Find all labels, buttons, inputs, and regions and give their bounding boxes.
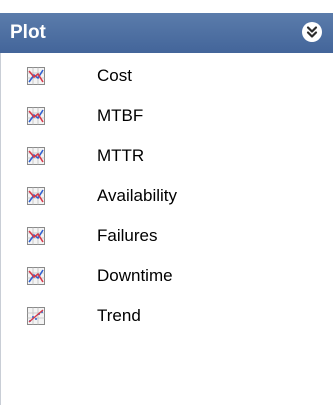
list-item-label: Availability <box>97 186 178 205</box>
panel-body: Cost MTBF MTTR Availability Failures Dow… <box>0 53 333 405</box>
double-chevron-down-icon <box>306 26 318 38</box>
trend-chart-icon <box>26 306 46 326</box>
collapse-button[interactable] <box>302 22 322 42</box>
chart-icon <box>26 66 46 86</box>
chart-icon <box>26 146 46 166</box>
list-item-label: MTTR <box>97 146 145 165</box>
list-item-mtbf[interactable]: MTBF <box>1 101 301 131</box>
chart-icon <box>26 106 46 126</box>
chart-icon <box>26 226 46 246</box>
list-item-label: MTBF <box>97 106 144 125</box>
list-item-label: Trend <box>97 306 141 325</box>
panel-header: Plot <box>0 13 333 53</box>
list-item-trend[interactable]: Trend <box>1 301 301 331</box>
list-item-availability[interactable]: Availability <box>1 181 301 211</box>
chart-icon <box>26 186 46 206</box>
list-item-failures[interactable]: Failures <box>1 221 301 251</box>
chart-icon <box>26 266 46 286</box>
list-item-mttr[interactable]: MTTR <box>1 141 301 171</box>
list-item-label: Cost <box>97 66 132 85</box>
panel-title: Plot <box>10 22 46 43</box>
list-item-downtime[interactable]: Downtime <box>1 261 301 291</box>
list-item-label: Downtime <box>97 266 173 285</box>
list-item-cost[interactable]: Cost <box>1 61 301 91</box>
list-item-label: Failures <box>97 226 158 245</box>
plot-panel: Plot Cost MTBF MTTR Availability Failure… <box>0 0 333 405</box>
